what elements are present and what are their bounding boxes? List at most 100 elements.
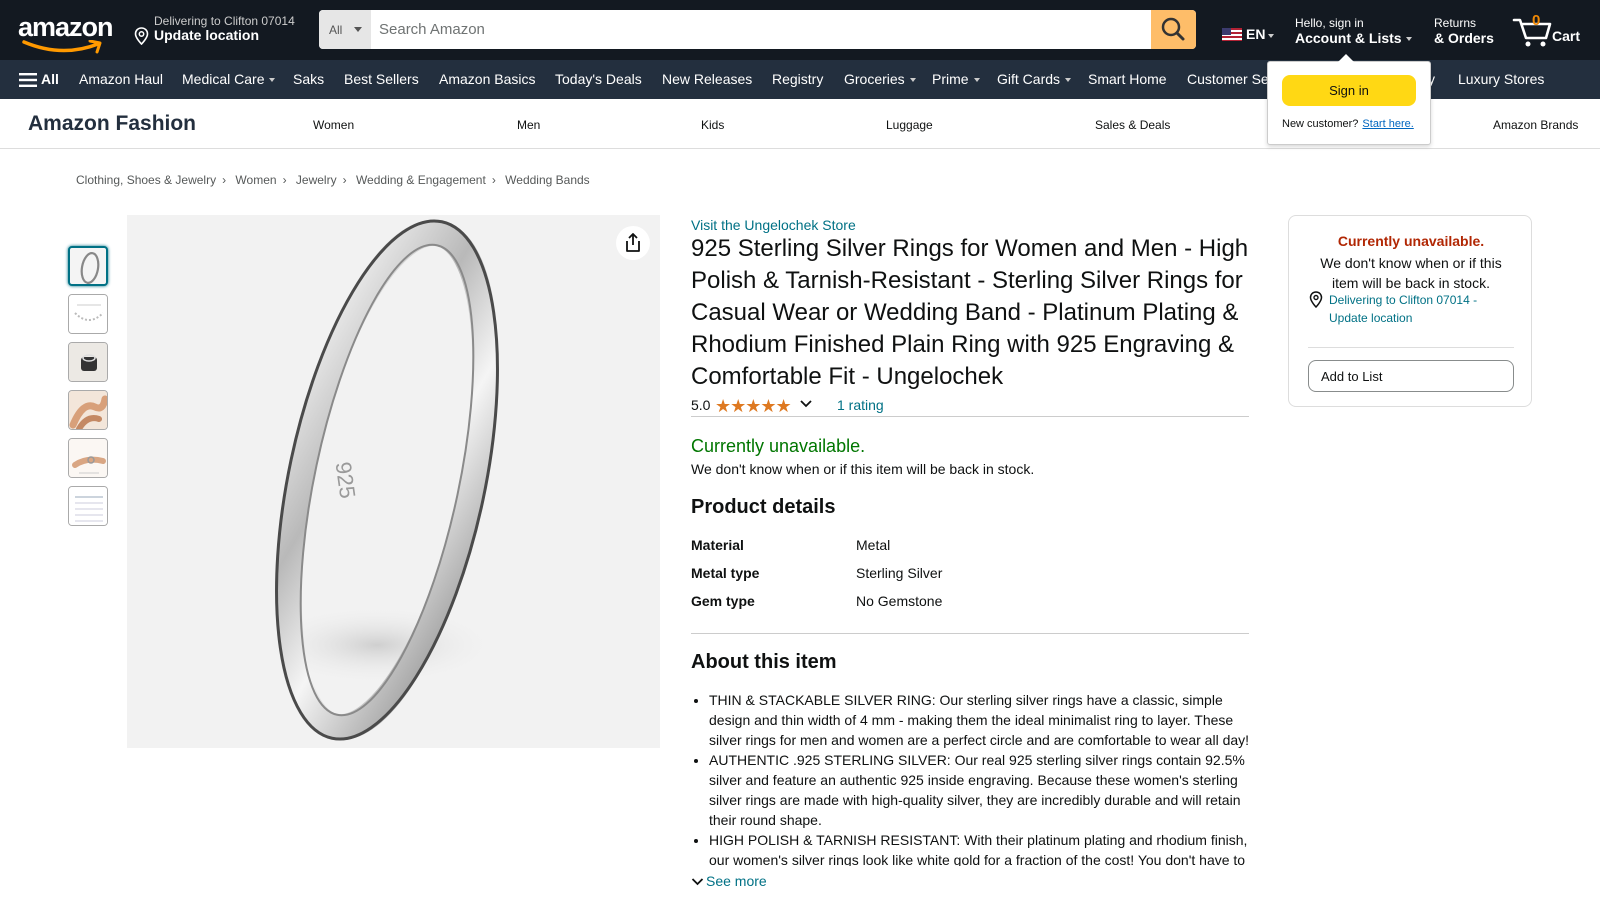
thumbnail-sizes[interactable] (68, 294, 108, 334)
thumbnail-hand-ring[interactable] (68, 438, 108, 478)
see-more-label: See more (706, 873, 767, 889)
about-item-heading: About this item (691, 651, 837, 673)
nav-item-smart-home[interactable]: Smart Home (1088, 71, 1167, 87)
thumbnail-size-chart[interactable] (68, 486, 108, 526)
size-chart-thumbnail-image (69, 487, 107, 525)
nav-item-best-sellers[interactable]: Best Sellers (344, 71, 419, 87)
nav-item-prime[interactable]: Prime (932, 71, 980, 87)
rating-value: 5.0 (691, 397, 711, 413)
deliver-line1: Delivering to Clifton 07014 (154, 14, 295, 28)
rating-count-link[interactable]: 1 rating (837, 397, 884, 413)
search-category-label: All (329, 23, 343, 37)
nav-item-gift-cards[interactable]: Gift Cards (997, 71, 1072, 87)
main-product-image[interactable]: 925 (127, 215, 660, 748)
us-flag-icon (1222, 28, 1242, 41)
thumbnail-box[interactable] (68, 342, 108, 382)
fashion-link-kids[interactable]: Kids (701, 118, 724, 132)
bullet-item: AUTHENTIC .925 STERLING SILVER: Our real… (709, 750, 1256, 830)
breadcrumb-item[interactable]: Clothing, Shoes & Jewelry (76, 173, 216, 187)
nav-item-registry[interactable]: Registry (772, 71, 823, 87)
rating-row: 5.0 ★★★★★ 1 rating (691, 396, 884, 416)
store-link[interactable]: Visit the Ungelochek Store (691, 217, 856, 233)
detail-value: Metal (856, 537, 891, 553)
cart-button[interactable]: 0 Cart (1512, 12, 1592, 50)
detail-value: No Gemstone (856, 593, 943, 609)
caret-down-icon (1405, 37, 1412, 42)
ring-sizes-thumbnail-image (69, 295, 107, 333)
breadcrumb-separator-icon: › (282, 173, 287, 187)
breadcrumb-item[interactable]: Wedding Bands (505, 173, 590, 187)
nav-item-amazon-basics[interactable]: Amazon Basics (439, 71, 535, 87)
caret-down-icon (1065, 78, 1072, 83)
nav-item-label: Today's Deals (555, 71, 642, 87)
returns-label: Returns (1434, 16, 1477, 30)
thumbnail-ring[interactable] (68, 246, 108, 286)
hands-thumbnail-image (69, 391, 107, 429)
account-lists[interactable]: Hello, sign in Account & Lists (1295, 16, 1412, 46)
search-button[interactable] (1151, 10, 1196, 49)
nav-item-label: Prime (932, 71, 969, 87)
chevron-down-icon (691, 878, 704, 886)
nav-item-label: Groceries (844, 71, 905, 87)
fashion-link-sales-deals[interactable]: Sales & Deals (1095, 118, 1170, 132)
buybox-note: We don't know when or if this item will … (1320, 255, 1502, 291)
amazon-logo[interactable]: amazon (18, 12, 118, 54)
detail-key: Metal type (691, 565, 760, 581)
detail-key: Material (691, 537, 744, 553)
caret-down-icon (269, 78, 276, 83)
account-lists-label: Account & Lists (1295, 30, 1402, 46)
nav-item-todays-deals[interactable]: Today's Deals (555, 71, 642, 87)
detail-value: Sterling Silver (856, 565, 943, 581)
search-category-select[interactable]: All (319, 10, 371, 49)
ring-box-thumbnail-image (69, 343, 107, 381)
bullet-item: HIGH POLISH & TARNISH RESISTANT: With th… (709, 830, 1256, 866)
hamburger-menu-icon (19, 73, 37, 87)
fashion-link-men[interactable]: Men (517, 118, 540, 132)
location-pin-icon (1309, 291, 1323, 308)
chevron-down-icon[interactable] (799, 398, 813, 410)
fashion-link-women[interactable]: Women (313, 118, 354, 132)
search-input[interactable] (371, 10, 1151, 49)
nav-item-amazon-haul[interactable]: Amazon Haul (79, 71, 163, 87)
sign-in-button[interactable]: Sign in (1282, 75, 1416, 106)
amazon-fashion-logo[interactable]: Amazon Fashion (28, 112, 196, 136)
nav-item-customer-service[interactable]: Customer Se (1187, 71, 1269, 87)
availability-status: Currently unavailable. (691, 436, 866, 456)
nav-item-new-releases[interactable]: New Releases (662, 71, 752, 87)
buybox-location-link[interactable]: Delivering to Clifton 07014 - Update loc… (1329, 291, 1519, 327)
divider (691, 416, 1249, 417)
thumbnail-hands[interactable] (68, 390, 108, 430)
hand-with-ring-thumbnail-image (69, 439, 107, 477)
detail-key: Gem type (691, 593, 755, 609)
account-title-row: Account & Lists (1295, 30, 1412, 46)
nav-item-medical-care[interactable]: Medical Care (182, 71, 276, 87)
breadcrumb-separator-icon: › (491, 173, 496, 187)
update-location: Update location (154, 27, 260, 43)
add-to-list-button[interactable]: Add to List (1308, 360, 1514, 392)
ring-thumbnail-image (80, 252, 100, 284)
star-rating-icon[interactable]: ★★★★★ (715, 396, 792, 417)
divider (691, 633, 1249, 634)
cart-count: 0 (1532, 12, 1541, 29)
start-here-link[interactable]: Start here. (1362, 118, 1413, 130)
search-bar: All (319, 10, 1196, 49)
fashion-link-amazon-brands[interactable]: Amazon Brands (1493, 118, 1578, 132)
caret-down-icon (973, 78, 980, 83)
nav-item-saks[interactable]: Saks (293, 71, 324, 87)
fashion-link-luggage[interactable]: Luggage (886, 118, 933, 132)
breadcrumb: Clothing, Shoes & Jewelry › Women › Jewelr… (76, 173, 596, 187)
nav-item-groceries[interactable]: Groceries (844, 71, 916, 87)
nav-item-label: Smart Home (1088, 71, 1167, 87)
breadcrumb-item[interactable]: Wedding & Engagement (356, 173, 486, 187)
buy-box: Currently unavailable. We don't know whe… (1288, 215, 1532, 407)
breadcrumb-item[interactable]: Jewelry (296, 173, 337, 187)
nav-item-label: Best Sellers (344, 71, 419, 87)
nav-item-luxury-stores[interactable]: Luxury Stores (1458, 71, 1544, 87)
nav-item-label: Luxury Stores (1458, 71, 1545, 87)
share-button[interactable] (616, 226, 650, 260)
returns-orders[interactable]: Returns & Orders (1434, 16, 1494, 46)
search-icon (1161, 17, 1185, 41)
new-customer-label: New customer? (1282, 118, 1359, 130)
buybox-status: Currently unavailable. (1337, 233, 1485, 249)
breadcrumb-item[interactable]: Women (235, 173, 276, 187)
